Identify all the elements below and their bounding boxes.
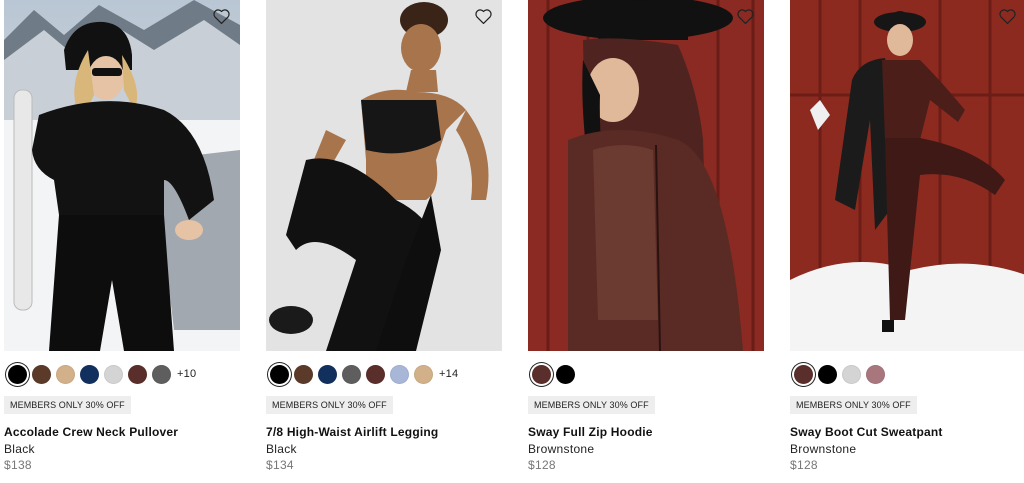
color-swatches: +14 [270, 363, 458, 385]
product-name[interactable]: 7/8 High-Waist Airlift Legging [266, 425, 438, 439]
product-color: Brownstone [790, 442, 857, 456]
color-swatch[interactable] [8, 364, 27, 384]
product-image[interactable] [266, 0, 502, 351]
color-swatch[interactable] [866, 364, 885, 384]
product-price: $128 [790, 458, 818, 472]
color-swatch[interactable] [818, 364, 837, 384]
more-colors-count[interactable]: +10 [177, 368, 196, 380]
color-swatches [794, 363, 885, 385]
color-swatches: +10 [8, 363, 196, 385]
product-card: +10 MEMBERS ONLY 30% OFF Accolade Crew N… [4, 0, 240, 483]
member-discount-badge: MEMBERS ONLY 30% OFF [266, 396, 393, 414]
product-image[interactable] [528, 0, 764, 351]
product-card: MEMBERS ONLY 30% OFF Sway Boot Cut Sweat… [790, 0, 1024, 483]
member-discount-badge: MEMBERS ONLY 30% OFF [4, 396, 131, 414]
color-swatch[interactable] [842, 364, 861, 384]
color-swatch[interactable] [318, 364, 337, 384]
color-swatch[interactable] [532, 364, 551, 384]
heart-outline-icon[interactable] [474, 8, 493, 25]
more-colors-count[interactable]: +14 [439, 368, 458, 380]
product-name[interactable]: Sway Boot Cut Sweatpant [790, 425, 943, 439]
member-discount-badge: MEMBERS ONLY 30% OFF [528, 396, 655, 414]
product-grid: +10 MEMBERS ONLY 30% OFF Accolade Crew N… [0, 0, 1024, 483]
color-swatch[interactable] [32, 364, 51, 384]
product-color: Black [266, 442, 297, 456]
product-color: Black [4, 442, 35, 456]
product-image[interactable] [790, 0, 1024, 351]
product-price: $128 [528, 458, 556, 472]
product-card: +14 MEMBERS ONLY 30% OFF 7/8 High-Waist … [266, 0, 502, 483]
color-swatch[interactable] [556, 364, 575, 384]
color-swatch[interactable] [80, 364, 99, 384]
color-swatch[interactable] [390, 364, 409, 384]
color-swatch[interactable] [128, 364, 147, 384]
product-name[interactable]: Accolade Crew Neck Pullover [4, 425, 178, 439]
color-swatch[interactable] [152, 364, 171, 384]
color-swatch[interactable] [104, 364, 123, 384]
color-swatch[interactable] [56, 364, 75, 384]
color-swatch[interactable] [342, 364, 361, 384]
member-discount-badge: MEMBERS ONLY 30% OFF [790, 396, 917, 414]
color-swatch[interactable] [414, 364, 433, 384]
product-image[interactable] [4, 0, 240, 351]
heart-outline-icon[interactable] [736, 8, 755, 25]
color-swatch[interactable] [270, 364, 289, 384]
color-swatches [532, 363, 575, 385]
product-price: $138 [4, 458, 32, 472]
product-card: MEMBERS ONLY 30% OFF Sway Full Zip Hoodi… [528, 0, 764, 483]
color-swatch[interactable] [794, 364, 813, 384]
product-name[interactable]: Sway Full Zip Hoodie [528, 425, 653, 439]
product-color: Brownstone [528, 442, 595, 456]
color-swatch[interactable] [366, 364, 385, 384]
heart-outline-icon[interactable] [212, 8, 231, 25]
heart-outline-icon[interactable] [998, 8, 1017, 25]
product-price: $134 [266, 458, 294, 472]
color-swatch[interactable] [294, 364, 313, 384]
